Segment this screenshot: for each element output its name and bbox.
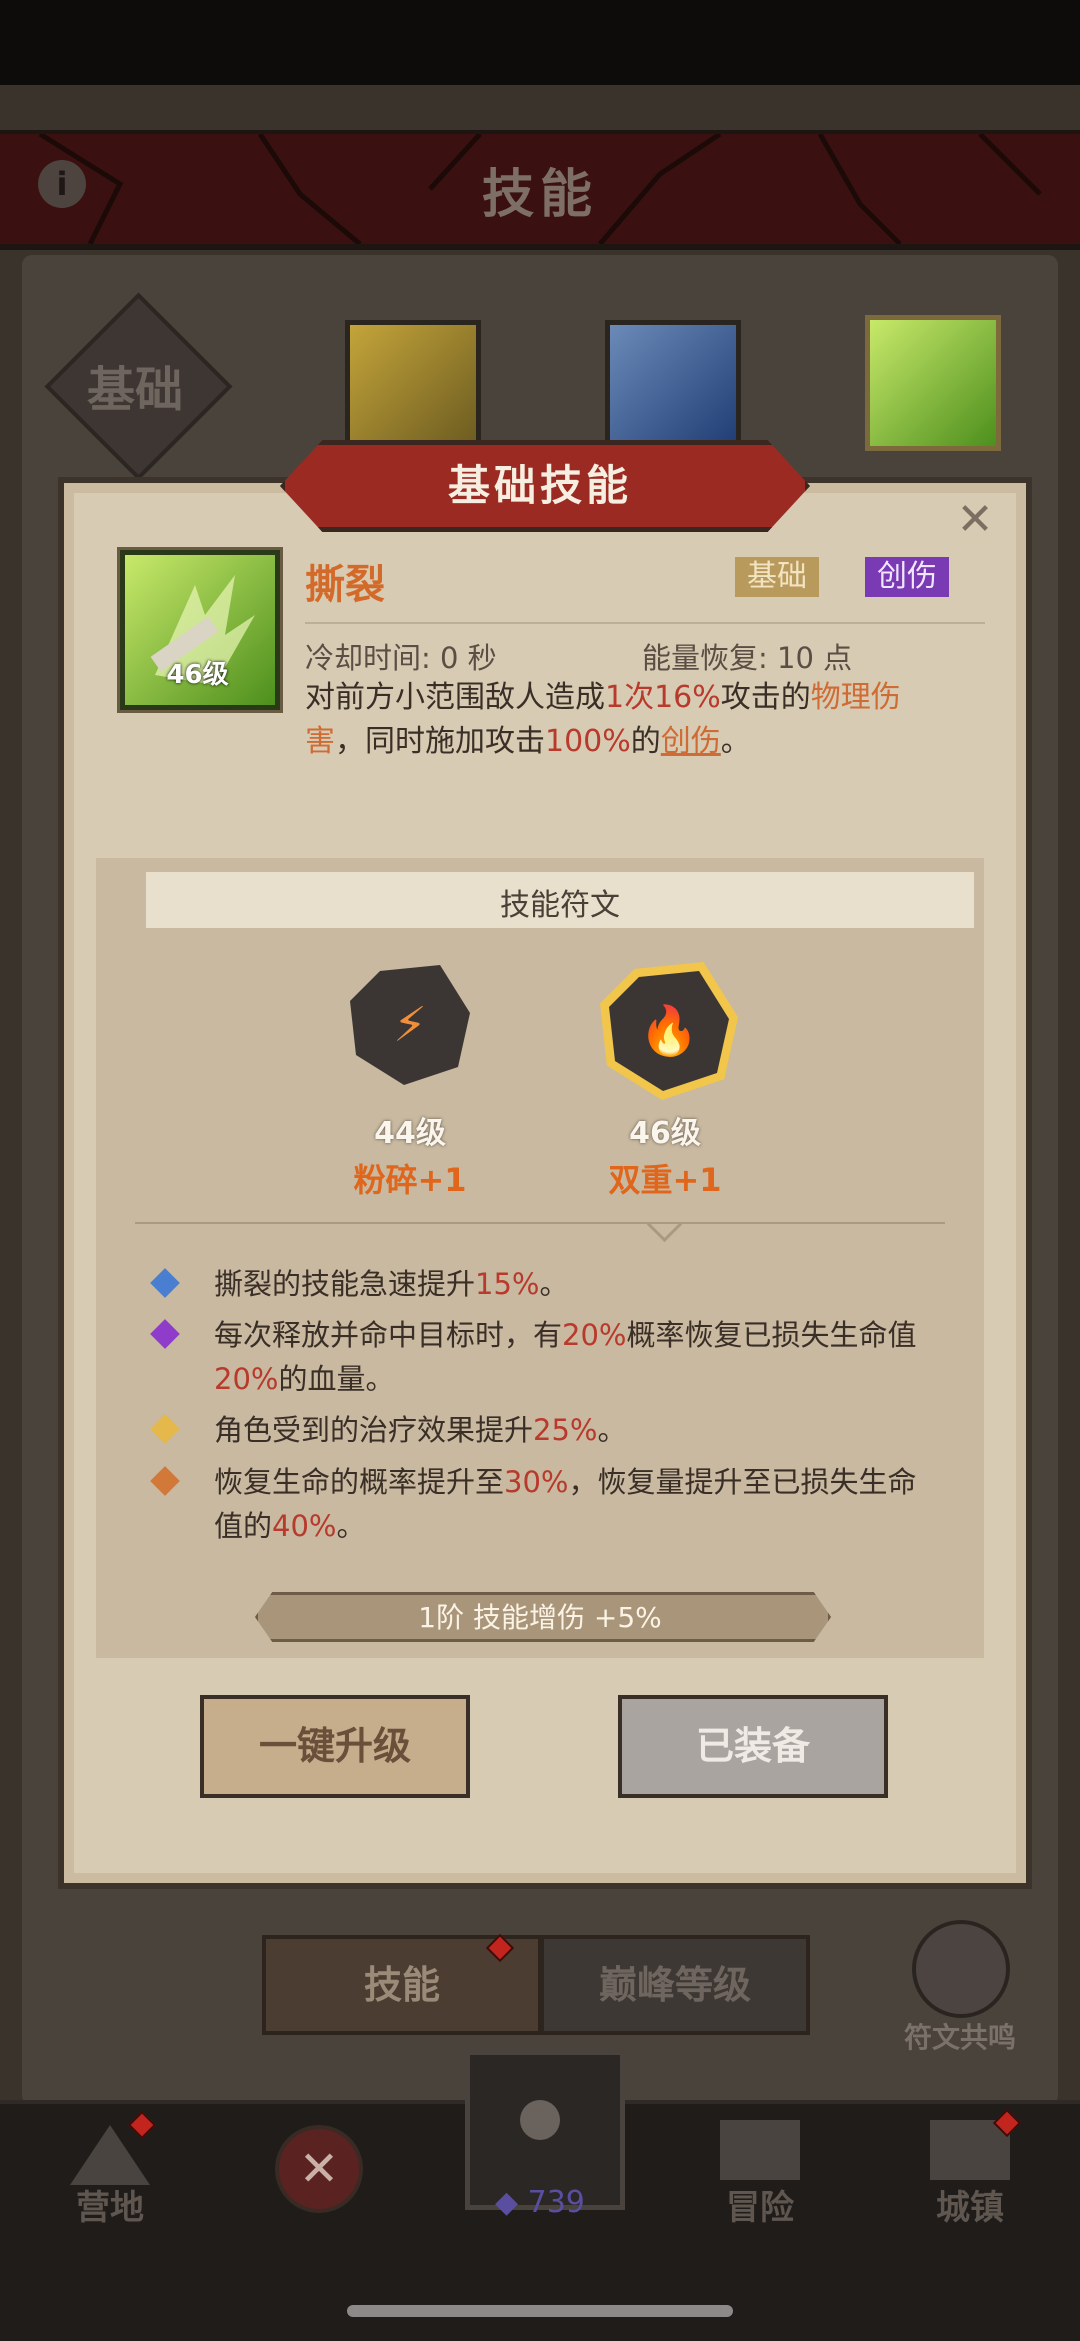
bonus-part: 撕裂的技能急速提升: [214, 1267, 476, 1301]
orange-star-icon: [150, 1466, 180, 1496]
basic-tab-label: 基础: [86, 362, 183, 418]
desc-count: 1次: [605, 680, 655, 715]
bonus-part: 的血量。: [278, 1362, 395, 1396]
map-icon[interactable]: [720, 2120, 800, 2180]
bonus-part: 角色受到的治疗效果提升: [214, 1413, 534, 1447]
bonus-value: 15%: [475, 1267, 540, 1301]
bonus-part: 每次释放并命中目标时，有: [214, 1318, 563, 1352]
bonus-text: 每次释放并命中目标时，有20%概率恢复已损失生命值20%的血量。: [214, 1313, 934, 1401]
bonus-value: 30%: [504, 1465, 569, 1499]
yellow-star-icon: [150, 1414, 180, 1444]
modal-title: 基础技能: [447, 461, 632, 510]
desc-pct: 16%: [654, 680, 721, 715]
bonus-value: 20%: [562, 1318, 627, 1352]
bonus-text: 撕裂的技能急速提升15%。: [214, 1262, 934, 1306]
bonus-text: 角色受到的治疗效果提升25%。: [214, 1408, 934, 1452]
bonus-row: 角色受到的治疗效果提升25%。: [150, 1408, 930, 1452]
desc-text: ，同时施加攻击: [335, 724, 545, 759]
currency-value: 739: [527, 2185, 585, 2220]
energy-stat: 能量恢复: 10 点: [642, 641, 853, 675]
skill-slot-2[interactable]: [605, 320, 741, 456]
nav-camp[interactable]: 营地: [30, 2180, 190, 2229]
rune-level: 46级: [629, 1116, 701, 1151]
bonus-row: 恢复生命的概率提升至30%，恢复量提升至已损失生命值的40%。: [150, 1460, 930, 1550]
nav-adventure[interactable]: 冒险: [680, 2180, 840, 2229]
runes-title: 技能符文: [500, 888, 620, 923]
nav-town[interactable]: 城镇: [890, 2180, 1050, 2229]
bonus-row: 撕裂的技能急速提升15%。: [150, 1262, 930, 1306]
desc-text: 。: [720, 724, 751, 759]
bonus-part: 恢复生命的概率提升至: [214, 1465, 505, 1499]
cooldown-stat: 冷却时间: 0 秒: [305, 641, 497, 675]
rune-name: 双重+1: [608, 1161, 722, 1199]
rune-name: 粉碎+1: [353, 1161, 467, 1199]
skill-name: 撕裂: [305, 562, 385, 608]
skill-slot-3[interactable]: [865, 315, 1001, 451]
bonus-value: 20%: [214, 1362, 279, 1396]
bonus-part: 。: [597, 1413, 627, 1447]
home-indicator[interactable]: [347, 2305, 733, 2317]
close-icon[interactable]: ✕: [955, 498, 995, 542]
rune-resonance-label: 符文共鸣: [903, 2021, 1016, 2054]
desc-text: 对前方小范围敌人造成: [305, 680, 605, 715]
title-banner: 技能: [0, 130, 1080, 250]
header-divider: [305, 622, 985, 624]
equipped-button[interactable]: 已装备: [618, 1695, 888, 1798]
tag-wound[interactable]: 创伤: [865, 557, 949, 597]
section-divider: [135, 1222, 945, 1224]
bonus-row: 每次释放并命中目标时，有20%概率恢复已损失生命值20%的血量。: [150, 1313, 930, 1403]
purple-star-icon: [150, 1319, 180, 1349]
tier-text: 1阶 技能增伤 +5%: [418, 1601, 662, 1634]
page-title: 技能: [481, 165, 598, 225]
tag-basic: 基础: [735, 557, 819, 597]
wound-link[interactable]: 创伤: [661, 724, 721, 759]
skill-level: 46级: [166, 660, 229, 690]
desc-text: 的: [630, 724, 661, 759]
desc-pct2: 100%: [545, 724, 631, 759]
upgrade-all-button[interactable]: 一键升级: [200, 1695, 470, 1798]
close-circle-icon[interactable]: ✕: [275, 2125, 363, 2213]
bonus-value: 40%: [272, 1509, 337, 1543]
skill-slot-1[interactable]: [345, 320, 481, 456]
bonus-part: 概率恢复已损失生命值: [626, 1318, 917, 1352]
info-icon[interactable]: i: [38, 160, 86, 208]
bonus-value: 25%: [533, 1413, 598, 1447]
skill-description: 对前方小范围敌人造成1次16%攻击的物理伤害，同时施加攻击100%的创伤。: [305, 676, 945, 764]
rune-resonance-icon[interactable]: [912, 1920, 1010, 2018]
rune-level: 44级: [374, 1116, 446, 1151]
skull-icon: [520, 2100, 560, 2140]
bonus-part: 。: [539, 1267, 569, 1301]
desc-text: 攻击的: [720, 680, 811, 715]
blue-star-icon: [150, 1268, 180, 1298]
tab-peak-level[interactable]: 巅峰等级: [540, 1935, 810, 2035]
bonus-part: 。: [336, 1509, 366, 1543]
bonus-text: 恢复生命的概率提升至30%，恢复量提升至已损失生命值的40%。: [214, 1460, 934, 1548]
currency-amount: ◆ 739: [495, 2185, 585, 2220]
